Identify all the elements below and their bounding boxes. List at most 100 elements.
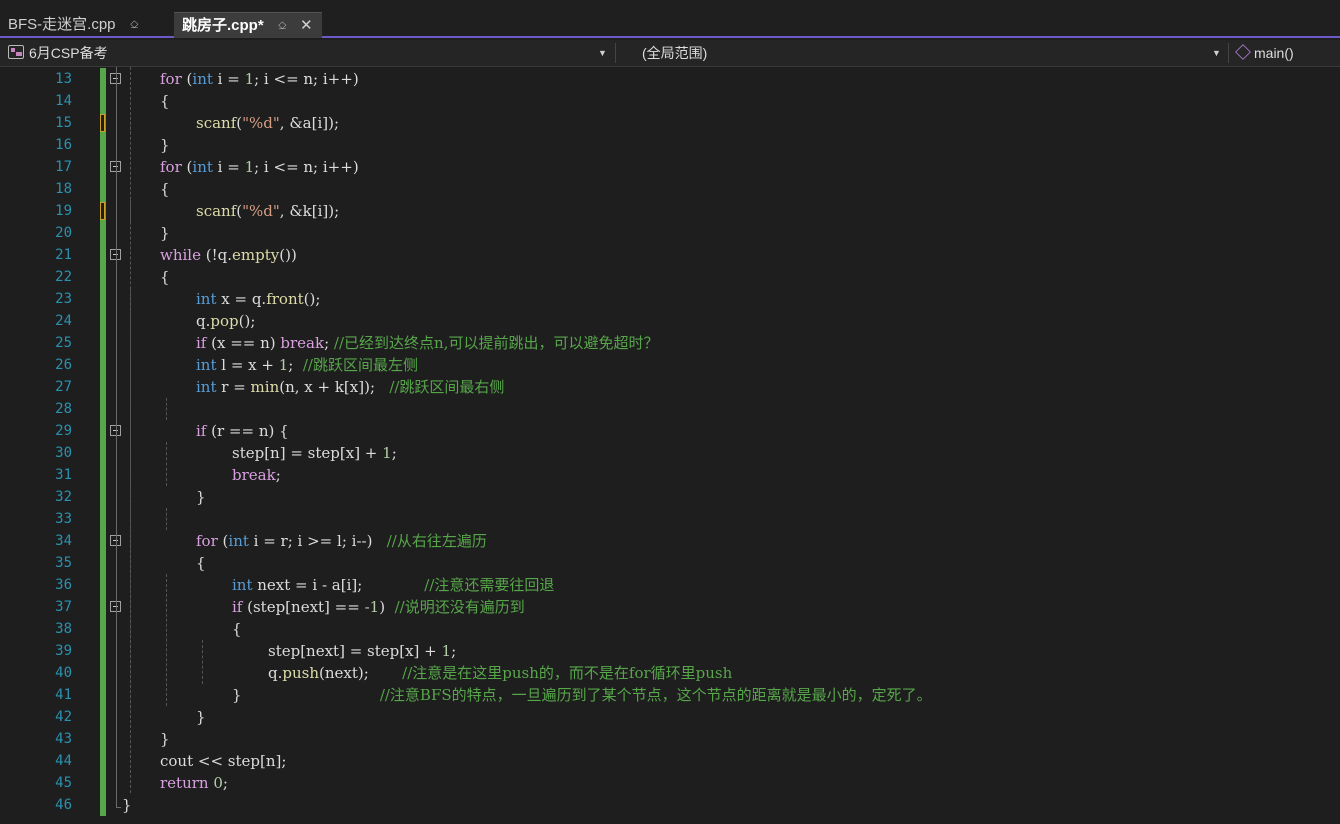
code-line[interactable]: 38 {: [0, 618, 1340, 640]
code-token: i = r; i >= l; i--): [248, 532, 387, 550]
code-line[interactable]: 42}: [0, 706, 1340, 728]
code-token: int: [232, 576, 253, 594]
code-token: break: [232, 466, 276, 484]
code-text: int next = i - a[i]; //注意还需要往回退: [232, 574, 554, 596]
line-number: 29: [55, 423, 72, 439]
code-token: }: [122, 796, 132, 814]
code-token: 1: [441, 642, 452, 660]
code-token: }: [160, 730, 170, 748]
code-text: }: [196, 706, 206, 728]
code-token: 1: [244, 158, 255, 176]
code-line[interactable]: 40 q.push(next); //注意是在这里push的，而不是在for循环里…: [0, 662, 1340, 684]
code-text: scanf("%d", &a[i]);: [196, 112, 339, 134]
code-line[interactable]: 21 while (!q.empty()): [0, 244, 1340, 266]
tab-hopscotch[interactable]: 跳房子.cpp* ⎐ ✕: [174, 12, 322, 38]
code-line[interactable]: 32}: [0, 486, 1340, 508]
code-token: int: [196, 290, 217, 308]
code-token: }: [196, 708, 206, 726]
code-line[interactable]: 23 int x = q.front();: [0, 288, 1340, 310]
code-comment: //跳跃区间最左侧: [302, 356, 418, 374]
code-line[interactable]: 37 if (step[next] == -1) //说明还没有遍历到: [0, 596, 1340, 618]
code-line[interactable]: 13 for (int i = 1; i <= n; i++): [0, 68, 1340, 90]
code-token: x = q.: [216, 290, 267, 308]
code-token: l = x +: [216, 356, 279, 374]
change-indicator: [100, 90, 106, 112]
code-line[interactable]: 19 scanf("%d", &k[i]);: [0, 200, 1340, 222]
code-token: ;: [288, 356, 303, 374]
code-line[interactable]: 20}: [0, 222, 1340, 244]
pin-icon[interactable]: ⎐: [130, 12, 139, 38]
code-line[interactable]: 24 q.pop();: [0, 310, 1340, 332]
code-text: for (int i = 1; i <= n; i++): [160, 156, 359, 178]
change-indicator: [100, 750, 106, 772]
line-number: 33: [55, 511, 72, 527]
code-comment: //从右往左遍历: [386, 532, 487, 550]
indent-guide: [166, 508, 167, 530]
code-line[interactable]: 43}: [0, 728, 1340, 750]
code-token: i =: [212, 158, 245, 176]
code-comment: //已经到达终点n,可以提前跳出，可以避免超时？: [333, 334, 659, 352]
line-number: 39: [55, 643, 72, 659]
code-line[interactable]: 15 scanf("%d", &a[i]);: [0, 112, 1340, 134]
navigation-bar: 6月CSP备考 ▼ (全局范围) ▼ main(): [0, 40, 1340, 67]
code-line[interactable]: 46}: [0, 794, 1340, 816]
code-token: "%d": [242, 202, 280, 220]
project-dropdown[interactable]: 6月CSP备考 ▼: [0, 40, 614, 66]
code-token: ();: [303, 290, 321, 308]
code-line[interactable]: 28: [0, 398, 1340, 420]
code-line[interactable]: 30 step[n] = step[x] + 1;: [0, 442, 1340, 464]
code-line[interactable]: 26 int l = x + 1; //跳跃区间最左侧: [0, 354, 1340, 376]
code-line[interactable]: 36 int next = i - a[i]; //注意还需要往回退: [0, 574, 1340, 596]
code-line[interactable]: 33: [0, 508, 1340, 530]
change-indicator: [100, 398, 106, 420]
code-line[interactable]: 29 if (r == n) {: [0, 420, 1340, 442]
code-token: push: [282, 664, 319, 682]
code-line[interactable]: 44 cout << step[n];: [0, 750, 1340, 772]
code-line[interactable]: 18 {: [0, 178, 1340, 200]
change-indicator: [100, 288, 106, 310]
code-text: int l = x + 1; //跳跃区间最左侧: [196, 354, 418, 376]
code-token: q.: [196, 312, 211, 330]
code-line[interactable]: 31 break;: [0, 464, 1340, 486]
line-number: 23: [55, 291, 72, 307]
code-text: if (r == n) {: [196, 420, 289, 442]
line-number: 21: [55, 247, 72, 263]
code-comment: //注意是在这里push的，而不是在for循环里push: [402, 664, 733, 682]
code-editor[interactable]: 13 for (int i = 1; i <= n; i++) 14{15 scanf…: [0, 67, 1340, 824]
code-token: }: [160, 224, 170, 242]
line-number: 20: [55, 225, 72, 241]
scope-dropdown[interactable]: (全局范围) ▼: [616, 40, 1226, 66]
code-line[interactable]: 45 return 0;: [0, 772, 1340, 794]
close-icon[interactable]: ✕: [300, 13, 313, 39]
code-token: }: [196, 488, 206, 506]
code-line[interactable]: 27 int r = min(n, x + k[x]); //跳跃区间最右侧: [0, 376, 1340, 398]
code-token: ; i <= n; i++): [254, 70, 359, 88]
code-line[interactable]: 35 {: [0, 552, 1340, 574]
code-text: return 0;: [160, 772, 228, 794]
code-token: step[next] = step[x] +: [268, 642, 442, 660]
line-number: 18: [55, 181, 72, 197]
code-line[interactable]: 25 if (x == n) break; //已经到达终点n,可以提前跳出，可以…: [0, 332, 1340, 354]
code-text: }: [196, 486, 206, 508]
code-text: {: [196, 552, 206, 574]
tab-bfs-maze[interactable]: BFS-走迷宫.cpp ⎐: [0, 12, 170, 38]
code-token: next = i - a[i];: [252, 576, 425, 594]
change-indicator: [100, 420, 106, 442]
code-line[interactable]: 41} //注意BFS的特点，一旦遍历到了某个节点，这个节点的距离就是最小的，定…: [0, 684, 1340, 706]
code-line[interactable]: 34 for (int i = r; i >= l; i--) //从右往左遍历: [0, 530, 1340, 552]
pin-icon[interactable]: ⎐: [278, 13, 287, 39]
code-line[interactable]: 14 {: [0, 90, 1340, 112]
code-line[interactable]: 39 step[next] = step[x] + 1;: [0, 640, 1340, 662]
code-token: (!q.: [200, 246, 233, 264]
code-line[interactable]: 22 {: [0, 266, 1340, 288]
change-indicator: [100, 772, 106, 794]
code-text: {: [232, 618, 242, 640]
code-line[interactable]: 17 for (int i = 1; i <= n; i++): [0, 156, 1340, 178]
code-text: step[n] = step[x] + 1;: [232, 442, 397, 464]
code-line[interactable]: 16}: [0, 134, 1340, 156]
member-dropdown[interactable]: main(): [1230, 40, 1340, 66]
change-indicator: [100, 662, 106, 684]
line-number: 34: [55, 533, 72, 549]
code-text: }: [160, 728, 170, 750]
code-token: 1: [244, 70, 255, 88]
